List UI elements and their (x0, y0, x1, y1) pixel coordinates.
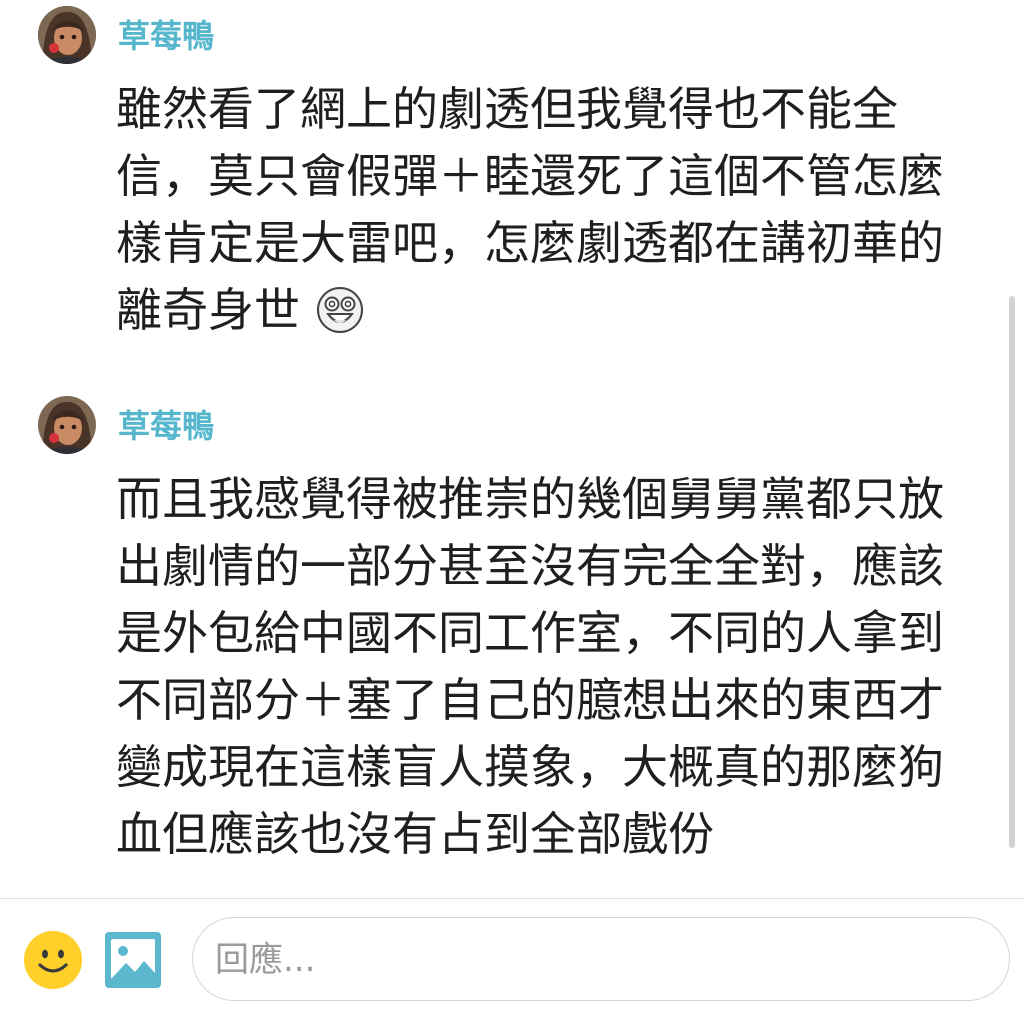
shocked-face-icon (314, 284, 366, 336)
avatar[interactable] (38, 6, 96, 64)
comment-text: 而且我感覺得被推崇的幾個舅舅黨都只放出劇情的一部分甚至沒有完全全對，應該是外包給… (116, 472, 944, 861)
comment-thread: 草莓鴨 雖然看了網上的劇透但我覺得也不能全信，莫只會假彈＋睦還死了這個不管怎麼樣… (0, 0, 1024, 900)
reply-input[interactable]: 回應... (192, 917, 1010, 1001)
scrollbar[interactable] (1009, 296, 1015, 848)
comment-text: 雖然看了網上的劇透但我覺得也不能全信，莫只會假彈＋睦還死了這個不管怎麼樣肯定是大… (116, 76, 966, 344)
reply-placeholder: 回應... (215, 940, 316, 980)
image-button[interactable] (104, 931, 162, 989)
avatar-girl-icon (38, 396, 96, 454)
reply-bar: 回應... (0, 898, 1024, 1021)
emoji-button[interactable] (24, 931, 82, 989)
comment-item: 草莓鴨 而且我感覺得被推崇的幾個舅舅黨都只放出劇情的一部分甚至沒有完全全對，應該… (0, 390, 1000, 870)
comment-item: 草莓鴨 雖然看了網上的劇透但我覺得也不能全信，莫只會假彈＋睦還死了這個不管怎麼樣… (0, 0, 1000, 350)
avatar[interactable] (38, 396, 96, 454)
avatar-girl-icon (38, 6, 96, 64)
comment-author[interactable]: 草莓鴨 (118, 404, 214, 448)
comment-text-body: 雖然看了網上的劇透但我覺得也不能全信，莫只會假彈＋睦還死了這個不管怎麼樣肯定是大… (116, 82, 944, 337)
comment-author[interactable]: 草莓鴨 (118, 14, 214, 58)
image-icon (105, 932, 161, 988)
smiley-icon (24, 931, 82, 989)
